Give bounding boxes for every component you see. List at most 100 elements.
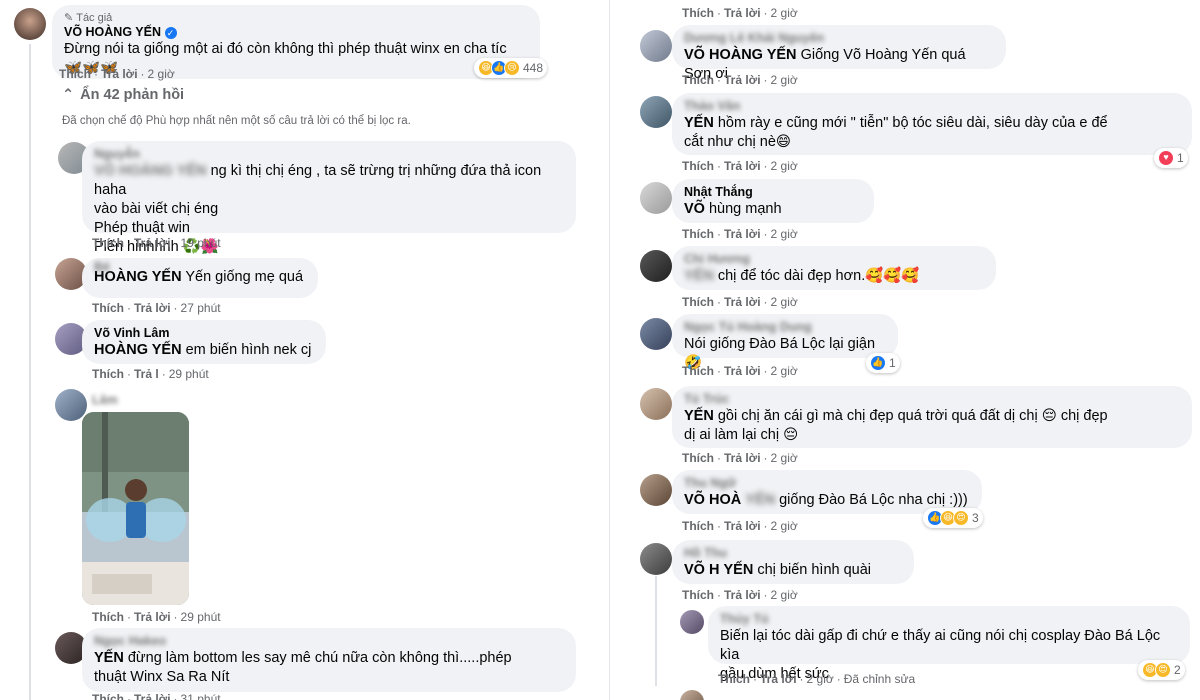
reply-button[interactable]: Trả lời: [134, 610, 171, 624]
mention-tag[interactable]: YẾN: [723, 562, 753, 578]
reaction-summary[interactable]: ♥ 1: [1154, 148, 1188, 168]
commenter-name[interactable]: Thủy Tú: [720, 612, 1178, 627]
pencil-icon: ✎: [64, 12, 74, 24]
timestamp[interactable]: 2 giờ: [771, 364, 798, 378]
reply-button[interactable]: Trả lời: [724, 364, 761, 378]
timestamp[interactable]: 2 giờ: [771, 588, 798, 602]
timestamp[interactable]: 2 giờ: [807, 672, 834, 686]
commenter-name[interactable]: Thảo Vân: [684, 99, 1180, 114]
timestamp[interactable]: 2 giờ: [771, 159, 798, 173]
like-button[interactable]: Thích: [92, 610, 124, 624]
commenter-avatar[interactable]: [640, 182, 672, 214]
commenter-name[interactable]: Hồ Thu: [684, 546, 902, 561]
reaction-count: 3: [972, 511, 979, 525]
like-button[interactable]: Thích: [92, 236, 124, 250]
commenter-avatar[interactable]: [680, 690, 704, 700]
reply-button[interactable]: Trả lời: [724, 159, 761, 173]
timestamp[interactable]: 29 phút: [169, 367, 209, 381]
commenter-name[interactable]: Lâm: [92, 393, 118, 408]
mention-tag[interactable]: VÕ HOÀ: [684, 492, 741, 508]
like-button[interactable]: Thích: [92, 692, 124, 700]
mention-tag[interactable]: YẾN: [745, 492, 775, 508]
reply-button[interactable]: Trả lời: [724, 6, 761, 20]
timestamp[interactable]: 29 phút: [181, 610, 221, 624]
timestamp[interactable]: 2 giờ: [148, 67, 175, 81]
commenter-name[interactable]: Ngọc Tú Hoàng Dung: [684, 320, 886, 335]
commenter-avatar[interactable]: [640, 318, 672, 350]
mention-tag[interactable]: VÕ: [684, 201, 705, 217]
mention-tag[interactable]: YẾN: [94, 650, 124, 666]
commenter-avatar[interactable]: [640, 250, 672, 282]
reaction-summary[interactable]: 👍 1: [866, 353, 900, 373]
reply-button[interactable]: Trả l: [134, 367, 159, 381]
mention-tag[interactable]: YẾN: [684, 115, 714, 131]
author-name[interactable]: VÕ HOÀNG YẾN ✓: [64, 25, 528, 40]
reaction-summary[interactable]: 😆 👍 😢 448: [474, 58, 548, 78]
timestamp[interactable]: 2 giờ: [771, 295, 798, 309]
commenter-name[interactable]: Nhật Thắng: [684, 185, 862, 200]
like-button[interactable]: Thích: [718, 672, 750, 686]
comment-bubble: Nhật Thắng VÕ hùng mạnh: [672, 179, 874, 223]
like-button[interactable]: Thích: [92, 301, 124, 315]
reaction-summary[interactable]: 😆 😍 2: [1138, 660, 1185, 680]
reply-button[interactable]: Trả lời: [101, 67, 138, 81]
sad-reaction-icon: 😢: [504, 60, 520, 76]
like-button[interactable]: Thích: [59, 67, 91, 81]
like-button[interactable]: Thích: [682, 588, 714, 602]
reaction-summary[interactable]: 👍 😆 😍 3: [923, 508, 983, 528]
timestamp[interactable]: 2 giờ: [771, 451, 798, 465]
reply-button[interactable]: Trả lời: [724, 451, 761, 465]
comment-actions: Thích · Trả lời · 2 giờ: [682, 73, 798, 87]
mention-tag[interactable]: HOÀNG YẾN: [94, 342, 182, 358]
commenter-name[interactable]: Dương Lê Khải Nguyên: [684, 31, 994, 46]
commenter-name[interactable]: Chi Hương: [684, 252, 984, 267]
like-button[interactable]: Thích: [682, 6, 714, 20]
timestamp[interactable]: 2 giờ: [771, 73, 798, 87]
hide-replies-toggle[interactable]: ⌃ Ẩn 42 phản hồi: [62, 87, 184, 103]
reply-button[interactable]: Trả lời: [134, 301, 171, 315]
mention-tag[interactable]: YẾN: [684, 408, 714, 424]
author-avatar[interactable]: [14, 8, 46, 40]
commenter-avatar[interactable]: [640, 474, 672, 506]
timestamp[interactable]: 2 giờ: [771, 519, 798, 533]
mention-tag[interactable]: VÕ HOÀNG YẾN: [684, 47, 797, 63]
mention-tag[interactable]: VÕ H: [684, 562, 719, 578]
like-button[interactable]: Thích: [682, 159, 714, 173]
like-button[interactable]: Thích: [682, 364, 714, 378]
timestamp[interactable]: 31 phút: [181, 692, 221, 700]
timestamp[interactable]: 19 phút: [181, 236, 221, 250]
commenter-name[interactable]: Nguyễn: [94, 147, 564, 162]
like-button[interactable]: Thích: [92, 367, 124, 381]
timestamp[interactable]: 27 phút: [181, 301, 221, 315]
reply-button[interactable]: Trả lời: [724, 588, 761, 602]
commenter-name[interactable]: Bé: [94, 260, 110, 275]
heart-reaction-icon: ♥: [1158, 150, 1174, 166]
reply-button[interactable]: Trả lời: [760, 672, 797, 686]
reply-button[interactable]: Trả lời: [724, 227, 761, 241]
like-button[interactable]: Thích: [682, 451, 714, 465]
like-button[interactable]: Thích: [682, 73, 714, 87]
comment-photo[interactable]: [82, 412, 189, 605]
reply-button[interactable]: Trả lời: [724, 295, 761, 309]
reply-button[interactable]: Trả lời: [724, 73, 761, 87]
commenter-name[interactable]: Ngọc Hakeo: [94, 634, 564, 649]
timestamp[interactable]: 2 giờ: [771, 227, 798, 241]
like-button[interactable]: Thích: [682, 295, 714, 309]
commenter-avatar[interactable]: [640, 543, 672, 575]
reply-button[interactable]: Trả lời: [724, 519, 761, 533]
commenter-name[interactable]: Thu Ngữ: [684, 476, 970, 491]
mention-tag[interactable]: YẾN: [684, 268, 714, 284]
commenter-avatar[interactable]: [640, 96, 672, 128]
commenter-name[interactable]: Tú Trúc: [684, 392, 1180, 407]
commenter-avatar[interactable]: [680, 610, 704, 634]
mention-tag[interactable]: VÕ HOÀNG YẾN: [94, 163, 207, 179]
reply-button[interactable]: Trả lời: [134, 236, 171, 250]
timestamp[interactable]: 2 giờ: [771, 6, 798, 20]
commenter-avatar[interactable]: [640, 30, 672, 62]
like-button[interactable]: Thích: [682, 227, 714, 241]
like-button[interactable]: Thích: [682, 519, 714, 533]
commenter-name[interactable]: Võ Vinh Lâm: [94, 326, 314, 341]
commenter-avatar[interactable]: [55, 389, 87, 421]
commenter-avatar[interactable]: [640, 388, 672, 420]
reply-button[interactable]: Trả lời: [134, 692, 171, 700]
